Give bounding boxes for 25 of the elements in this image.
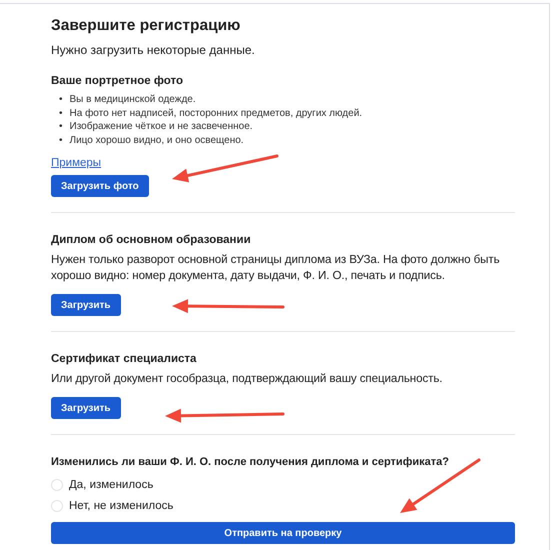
bullet-mark: • [59,106,63,120]
radio-label[interactable]: Да, изменилось [69,478,154,490]
bullet-mark: • [59,134,63,147]
section-heading: Ваше портретное фото [51,75,184,87]
bullet-mark: • [59,120,63,134]
radio-button[interactable] [51,478,63,490]
question-text: Изменились ли ваши Ф. И. О. после получения диплома и сертификата? [51,456,450,468]
upload-button[interactable]: Загрузить [51,397,121,419]
section-description: Нужен только разворот основной страницы диплома из ВУЗа. На фото должно быть хорошо видно: номер документа, дату выдачи, Ф. И. О., печать и подпись. [51,252,501,284]
radio-label[interactable]: Нет, не изменилось [69,500,174,512]
bullet-mark: • [59,93,63,106]
requirement-item: Лицо хорошо видно, и оно освещено. [70,134,244,147]
section-description: Или другой документ гособразца, подтверждающий вашу специальность. [51,371,444,387]
requirement-item: Вы в медицинской одежде. [70,93,196,106]
upload-button[interactable]: Загрузить фото [51,175,149,197]
section-heading: Диплом об основном образовании [51,234,252,246]
subtitle: Нужно загрузить некоторые данные. [51,43,256,57]
radio-button[interactable] [51,500,63,512]
section-heading: Сертификат специалиста [51,353,198,365]
page-title: Завершите регистрацию [51,17,242,35]
requirement-item: На фото нет надписей, посторонних предметов, других людей. [70,106,362,120]
examples-link[interactable]: Примеры [51,157,102,169]
upload-button[interactable]: Загрузить [51,294,121,316]
requirement-item: Изображение чёткое и не засвеченное. [70,120,253,134]
submit-button[interactable]: Отправить на проверку [51,522,515,544]
